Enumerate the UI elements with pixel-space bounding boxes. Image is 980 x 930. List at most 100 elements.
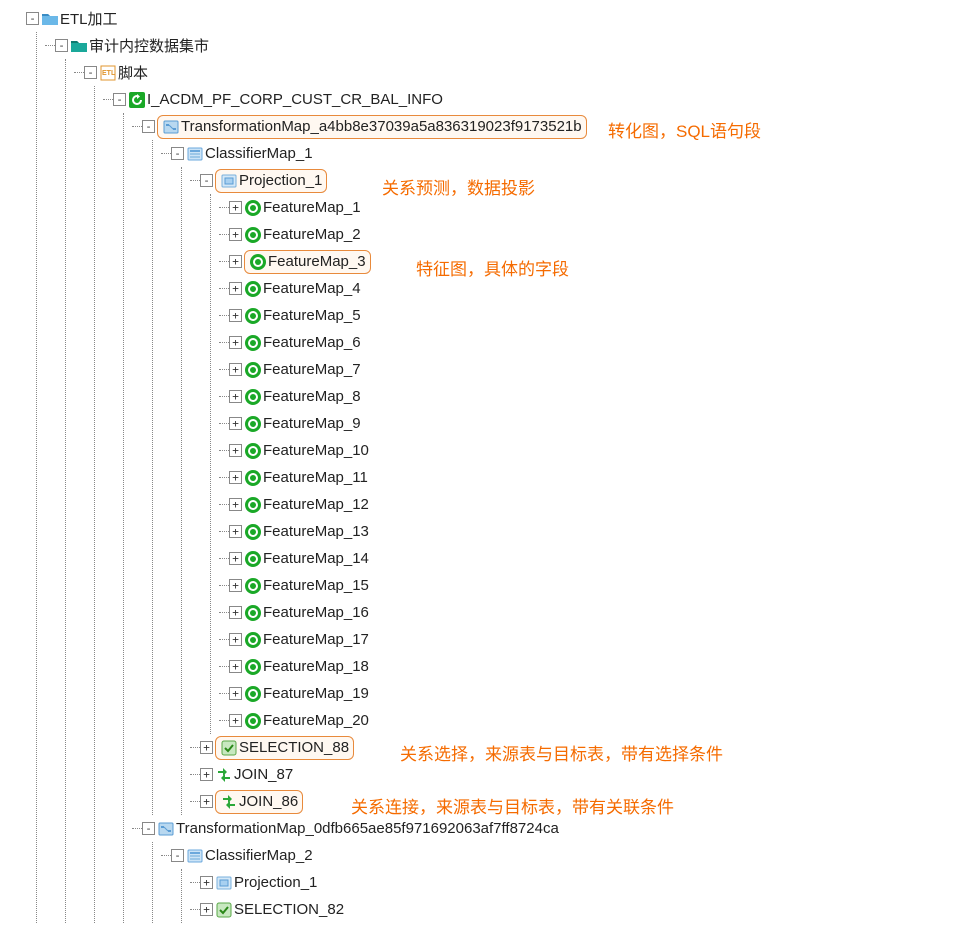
feature-green-icon <box>244 604 262 622</box>
toggle-icon[interactable]: + <box>229 606 242 619</box>
tree-node[interactable]: + FeatureMap_1 <box>229 194 980 221</box>
tree-node[interactable]: +FeatureMap_14 <box>229 545 980 572</box>
tree-node[interactable]: + FeatureMap_13 <box>229 518 980 545</box>
node-label: FeatureMap_9 <box>263 415 361 432</box>
tree-node[interactable]: +FeatureMap_15 <box>229 572 980 599</box>
tree-node[interactable]: - ETL加工 <box>26 5 980 32</box>
tree-node[interactable]: +FeatureMap_2 <box>229 221 980 248</box>
tree-node[interactable]: + FeatureMap_9 <box>229 410 980 437</box>
classifier-blue-icon <box>186 847 204 865</box>
feature-green-icon <box>244 388 262 406</box>
annotation-text: 关系预测，数据投影 <box>382 174 535 199</box>
tree-node[interactable]: +FeatureMap_17 <box>229 626 980 653</box>
tree-node[interactable]: - I_ACDM_PF_CORP_CUST_CR_BAL_INFO <box>113 86 980 113</box>
node-label: FeatureMap_1 <box>263 199 361 216</box>
toggle-icon[interactable]: - <box>55 39 68 52</box>
toggle-icon[interactable]: + <box>200 903 213 916</box>
tree-node[interactable]: +FeatureMap_4 <box>229 275 980 302</box>
tree-node[interactable]: +SELECTION_82 <box>200 896 980 923</box>
node-label: FeatureMap_3 <box>268 253 366 270</box>
tree-node[interactable]: +FeatureMap_7 <box>229 356 980 383</box>
feature-green-icon <box>244 361 262 379</box>
tree-node[interactable]: + JOIN_87 <box>200 761 980 788</box>
toggle-icon[interactable]: + <box>229 309 242 322</box>
toggle-icon[interactable]: - <box>171 147 184 160</box>
toggle-icon[interactable]: + <box>229 525 242 538</box>
toggle-icon[interactable]: + <box>229 444 242 457</box>
node-label: FeatureMap_12 <box>263 496 369 513</box>
feature-green-icon <box>244 712 262 730</box>
tree-node[interactable]: +FeatureMap_11 <box>229 464 980 491</box>
tree-node[interactable]: - ClassifierMap_2 <box>171 842 980 869</box>
tree-node[interactable]: -TransformationMap_a4bb8e37039a5a8363190… <box>142 113 980 140</box>
toggle-icon[interactable]: - <box>113 93 126 106</box>
node-label: JOIN_87 <box>234 766 293 783</box>
toggle-icon[interactable]: - <box>171 849 184 862</box>
etl-doc-icon: ETL <box>99 64 117 82</box>
toggle-icon[interactable]: + <box>229 390 242 403</box>
highlighted-node: JOIN_86 <box>215 790 303 814</box>
tree-node[interactable]: -ETL脚本 <box>84 59 980 86</box>
selection-green-icon <box>215 901 233 919</box>
tree-view[interactable]: -ETL加工-审计内控数据集市-ETL脚本-I_ACDM_PF_CORP_CUS… <box>0 0 980 923</box>
node-label: FeatureMap_16 <box>263 604 369 621</box>
annotation-text: 关系选择，来源表与目标表，带有选择条件 <box>400 740 723 765</box>
tree-node[interactable]: - TransformationMap_0dfb665ae85f971692063… <box>142 815 980 842</box>
toggle-icon[interactable]: + <box>229 228 242 241</box>
node-label: TransformationMap_0dfb665ae85f971692063a… <box>176 820 559 837</box>
tree-node[interactable]: -ClassifierMap_1 <box>171 140 980 167</box>
toggle-icon[interactable]: + <box>229 660 242 673</box>
toggle-icon[interactable]: + <box>200 876 213 889</box>
feature-green-icon <box>244 577 262 595</box>
feature-green-icon <box>244 685 262 703</box>
toggle-icon[interactable]: + <box>229 714 242 727</box>
toggle-icon[interactable]: + <box>229 282 242 295</box>
toggle-icon[interactable]: + <box>229 336 242 349</box>
tree-node[interactable]: + FeatureMap_3 <box>229 248 980 275</box>
folder-blue-icon <box>41 10 59 28</box>
toggle-icon[interactable]: + <box>229 363 242 376</box>
toggle-icon[interactable]: - <box>26 12 39 25</box>
tree-node[interactable]: +FeatureMap_6 <box>229 329 980 356</box>
toggle-icon[interactable]: - <box>200 174 213 187</box>
toggle-icon[interactable]: + <box>229 255 242 268</box>
tree-node[interactable]: +FeatureMap_20 <box>229 707 980 734</box>
toggle-icon[interactable]: + <box>229 417 242 430</box>
toggle-icon[interactable]: + <box>200 768 213 781</box>
tree-node[interactable]: +FeatureMap_8 <box>229 383 980 410</box>
toggle-icon[interactable]: + <box>200 795 213 808</box>
toggle-icon[interactable]: + <box>200 741 213 754</box>
toggle-icon[interactable]: - <box>142 822 155 835</box>
toggle-icon[interactable]: - <box>142 120 155 133</box>
tree-node[interactable]: +FeatureMap_5 <box>229 302 980 329</box>
node-label: SELECTION_88 <box>239 739 349 756</box>
tree-node[interactable]: +FeatureMap_19 <box>229 680 980 707</box>
annotation-text: 转化图，SQL语句段 <box>608 117 761 142</box>
toggle-icon[interactable]: + <box>229 579 242 592</box>
tree-node[interactable]: +Projection_1 <box>200 869 980 896</box>
feature-green-icon <box>244 199 262 217</box>
toggle-icon[interactable]: + <box>229 471 242 484</box>
annotation-text: 关系连接，来源表与目标表，带有关联条件 <box>351 793 674 818</box>
toggle-icon[interactable]: + <box>229 633 242 646</box>
node-label: ETL加工 <box>60 8 118 29</box>
classifier-blue-icon <box>186 145 204 163</box>
node-label: ClassifierMap_2 <box>205 847 313 864</box>
tree-node[interactable]: + FeatureMap_12 <box>229 491 980 518</box>
feature-green-icon <box>244 280 262 298</box>
tree-node[interactable]: +FeatureMap_10 <box>229 437 980 464</box>
toggle-icon[interactable]: + <box>229 498 242 511</box>
node-label: I_ACDM_PF_CORP_CUST_CR_BAL_INFO <box>147 91 443 108</box>
tree-node[interactable]: -审计内控数据集市 <box>55 32 980 59</box>
node-label: FeatureMap_13 <box>263 523 369 540</box>
toggle-icon[interactable]: + <box>229 687 242 700</box>
tree-node[interactable]: +FeatureMap_18 <box>229 653 980 680</box>
toggle-icon[interactable]: + <box>229 552 242 565</box>
feature-green-icon <box>244 415 262 433</box>
feature-green-icon <box>244 226 262 244</box>
tree-node[interactable]: -Projection_1 <box>200 167 980 194</box>
toggle-icon[interactable]: - <box>84 66 97 79</box>
tree-node[interactable]: + FeatureMap_16 <box>229 599 980 626</box>
map-blue-icon <box>162 118 180 136</box>
toggle-icon[interactable]: + <box>229 201 242 214</box>
